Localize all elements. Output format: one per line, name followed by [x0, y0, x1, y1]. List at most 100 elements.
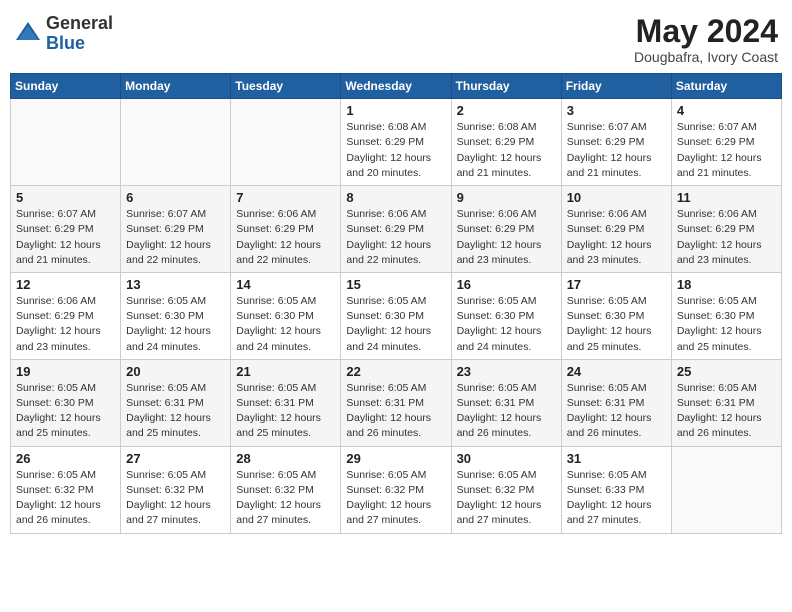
day-info: Sunrise: 6:07 AM Sunset: 6:29 PM Dayligh…: [16, 207, 115, 268]
calendar-cell: 17 Sunrise: 6:05 AM Sunset: 6:30 PM Dayli…: [561, 272, 671, 359]
calendar-cell: 13 Sunrise: 6:05 AM Sunset: 6:30 PM Dayli…: [121, 272, 231, 359]
location: Dougbafra, Ivory Coast: [634, 49, 778, 65]
day-number: 5: [16, 190, 115, 205]
calendar-cell: 23 Sunrise: 6:05 AM Sunset: 6:31 PM Dayli…: [451, 359, 561, 446]
title-block: May 2024 Dougbafra, Ivory Coast: [634, 14, 778, 65]
day-number: 13: [126, 277, 225, 292]
calendar-cell: 6Sunrise: 6:07 AM Sunset: 6:29 PM Daylig…: [121, 186, 231, 273]
page-header: General Blue May 2024 Dougbafra, Ivory C…: [10, 10, 782, 65]
day-info: Sunrise: 6:05 AM Sunset: 6:32 PM Dayligh…: [346, 468, 445, 529]
day-number: 17: [567, 277, 666, 292]
calendar-cell: 9 Sunrise: 6:06 AM Sunset: 6:29 PM Daylig…: [451, 186, 561, 273]
calendar-cell: 14Sunrise: 6:05 AM Sunset: 6:30 PM Dayli…: [231, 272, 341, 359]
calendar-cell: 16 Sunrise: 6:05 AM Sunset: 6:30 PM Dayli…: [451, 272, 561, 359]
week-row-1: 5 Sunrise: 6:07 AM Sunset: 6:29 PM Daylig…: [11, 186, 782, 273]
calendar-cell: 22Sunrise: 6:05 AM Sunset: 6:31 PM Dayli…: [341, 359, 451, 446]
day-info: Sunrise: 6:05 AM Sunset: 6:31 PM Dayligh…: [236, 381, 335, 442]
day-info: Sunrise: 6:06 AM Sunset: 6:29 PM Dayligh…: [346, 207, 445, 268]
logo: General Blue: [14, 14, 113, 54]
day-number: 24: [567, 364, 666, 379]
calendar-cell: [11, 99, 121, 186]
day-number: 23: [457, 364, 556, 379]
day-info: Sunrise: 6:05 AM Sunset: 6:30 PM Dayligh…: [677, 294, 776, 355]
day-number: 27: [126, 451, 225, 466]
calendar-cell: 7 Sunrise: 6:06 AM Sunset: 6:29 PM Daylig…: [231, 186, 341, 273]
calendar-cell: [231, 99, 341, 186]
calendar-cell: [671, 446, 781, 533]
day-number: 7: [236, 190, 335, 205]
day-number: 16: [457, 277, 556, 292]
day-info: Sunrise: 6:05 AM Sunset: 6:32 PM Dayligh…: [16, 468, 115, 529]
day-info: Sunrise: 6:05 AM Sunset: 6:30 PM Dayligh…: [236, 294, 335, 355]
day-info: Sunrise: 6:05 AM Sunset: 6:30 PM Dayligh…: [346, 294, 445, 355]
day-info: Sunrise: 6:05 AM Sunset: 6:30 PM Dayligh…: [16, 381, 115, 442]
day-number: 12: [16, 277, 115, 292]
day-info: Sunrise: 6:05 AM Sunset: 6:32 PM Dayligh…: [236, 468, 335, 529]
day-info: Sunrise: 6:06 AM Sunset: 6:29 PM Dayligh…: [567, 207, 666, 268]
header-sunday: Sunday: [11, 74, 121, 99]
week-row-4: 26 Sunrise: 6:05 AM Sunset: 6:32 PM Dayli…: [11, 446, 782, 533]
days-header-row: SundayMondayTuesdayWednesdayThursdayFrid…: [11, 74, 782, 99]
day-number: 2: [457, 103, 556, 118]
calendar-cell: 18Sunrise: 6:05 AM Sunset: 6:30 PM Dayli…: [671, 272, 781, 359]
calendar-cell: 21 Sunrise: 6:05 AM Sunset: 6:31 PM Dayli…: [231, 359, 341, 446]
header-saturday: Saturday: [671, 74, 781, 99]
day-info: Sunrise: 6:06 AM Sunset: 6:29 PM Dayligh…: [16, 294, 115, 355]
day-info: Sunrise: 6:07 AM Sunset: 6:29 PM Dayligh…: [677, 120, 776, 181]
header-thursday: Thursday: [451, 74, 561, 99]
day-info: Sunrise: 6:05 AM Sunset: 6:30 PM Dayligh…: [567, 294, 666, 355]
day-info: Sunrise: 6:05 AM Sunset: 6:31 PM Dayligh…: [677, 381, 776, 442]
calendar-cell: 29Sunrise: 6:05 AM Sunset: 6:32 PM Dayli…: [341, 446, 451, 533]
logo-general: General: [46, 14, 113, 34]
calendar-cell: 11Sunrise: 6:06 AM Sunset: 6:29 PM Dayli…: [671, 186, 781, 273]
day-number: 15: [346, 277, 445, 292]
day-number: 25: [677, 364, 776, 379]
day-number: 22: [346, 364, 445, 379]
day-number: 19: [16, 364, 115, 379]
calendar-cell: [121, 99, 231, 186]
day-info: Sunrise: 6:05 AM Sunset: 6:30 PM Dayligh…: [457, 294, 556, 355]
calendar-table: SundayMondayTuesdayWednesdayThursdayFrid…: [10, 73, 782, 533]
calendar-cell: 25 Sunrise: 6:05 AM Sunset: 6:31 PM Dayli…: [671, 359, 781, 446]
calendar-cell: 30Sunrise: 6:05 AM Sunset: 6:32 PM Dayli…: [451, 446, 561, 533]
day-info: Sunrise: 6:08 AM Sunset: 6:29 PM Dayligh…: [346, 120, 445, 181]
day-number: 3: [567, 103, 666, 118]
calendar-cell: 2 Sunrise: 6:08 AM Sunset: 6:29 PM Daylig…: [451, 99, 561, 186]
calendar-cell: 31Sunrise: 6:05 AM Sunset: 6:33 PM Dayli…: [561, 446, 671, 533]
calendar-cell: 24Sunrise: 6:05 AM Sunset: 6:31 PM Dayli…: [561, 359, 671, 446]
day-info: Sunrise: 6:06 AM Sunset: 6:29 PM Dayligh…: [677, 207, 776, 268]
day-info: Sunrise: 6:05 AM Sunset: 6:30 PM Dayligh…: [126, 294, 225, 355]
day-info: Sunrise: 6:06 AM Sunset: 6:29 PM Dayligh…: [457, 207, 556, 268]
header-wednesday: Wednesday: [341, 74, 451, 99]
day-info: Sunrise: 6:06 AM Sunset: 6:29 PM Dayligh…: [236, 207, 335, 268]
month-year: May 2024: [634, 14, 778, 49]
day-number: 30: [457, 451, 556, 466]
day-number: 4: [677, 103, 776, 118]
day-number: 20: [126, 364, 225, 379]
day-number: 21: [236, 364, 335, 379]
day-info: Sunrise: 6:08 AM Sunset: 6:29 PM Dayligh…: [457, 120, 556, 181]
day-info: Sunrise: 6:05 AM Sunset: 6:31 PM Dayligh…: [457, 381, 556, 442]
calendar-cell: 12 Sunrise: 6:06 AM Sunset: 6:29 PM Dayli…: [11, 272, 121, 359]
day-info: Sunrise: 6:05 AM Sunset: 6:32 PM Dayligh…: [126, 468, 225, 529]
week-row-2: 12 Sunrise: 6:06 AM Sunset: 6:29 PM Dayli…: [11, 272, 782, 359]
day-info: Sunrise: 6:05 AM Sunset: 6:31 PM Dayligh…: [126, 381, 225, 442]
day-number: 6: [126, 190, 225, 205]
calendar-cell: 28Sunrise: 6:05 AM Sunset: 6:32 PM Dayli…: [231, 446, 341, 533]
calendar-cell: 4 Sunrise: 6:07 AM Sunset: 6:29 PM Daylig…: [671, 99, 781, 186]
header-monday: Monday: [121, 74, 231, 99]
header-friday: Friday: [561, 74, 671, 99]
day-number: 31: [567, 451, 666, 466]
day-number: 10: [567, 190, 666, 205]
week-row-3: 19 Sunrise: 6:05 AM Sunset: 6:30 PM Dayli…: [11, 359, 782, 446]
header-tuesday: Tuesday: [231, 74, 341, 99]
calendar-cell: 27 Sunrise: 6:05 AM Sunset: 6:32 PM Dayli…: [121, 446, 231, 533]
day-number: 9: [457, 190, 556, 205]
day-number: 26: [16, 451, 115, 466]
calendar-cell: 26 Sunrise: 6:05 AM Sunset: 6:32 PM Dayli…: [11, 446, 121, 533]
day-info: Sunrise: 6:07 AM Sunset: 6:29 PM Dayligh…: [567, 120, 666, 181]
calendar-cell: 15 Sunrise: 6:05 AM Sunset: 6:30 PM Dayli…: [341, 272, 451, 359]
calendar-cell: 20 Sunrise: 6:05 AM Sunset: 6:31 PM Dayli…: [121, 359, 231, 446]
logo-blue: Blue: [46, 34, 113, 54]
week-row-0: 1Sunrise: 6:08 AM Sunset: 6:29 PM Daylig…: [11, 99, 782, 186]
